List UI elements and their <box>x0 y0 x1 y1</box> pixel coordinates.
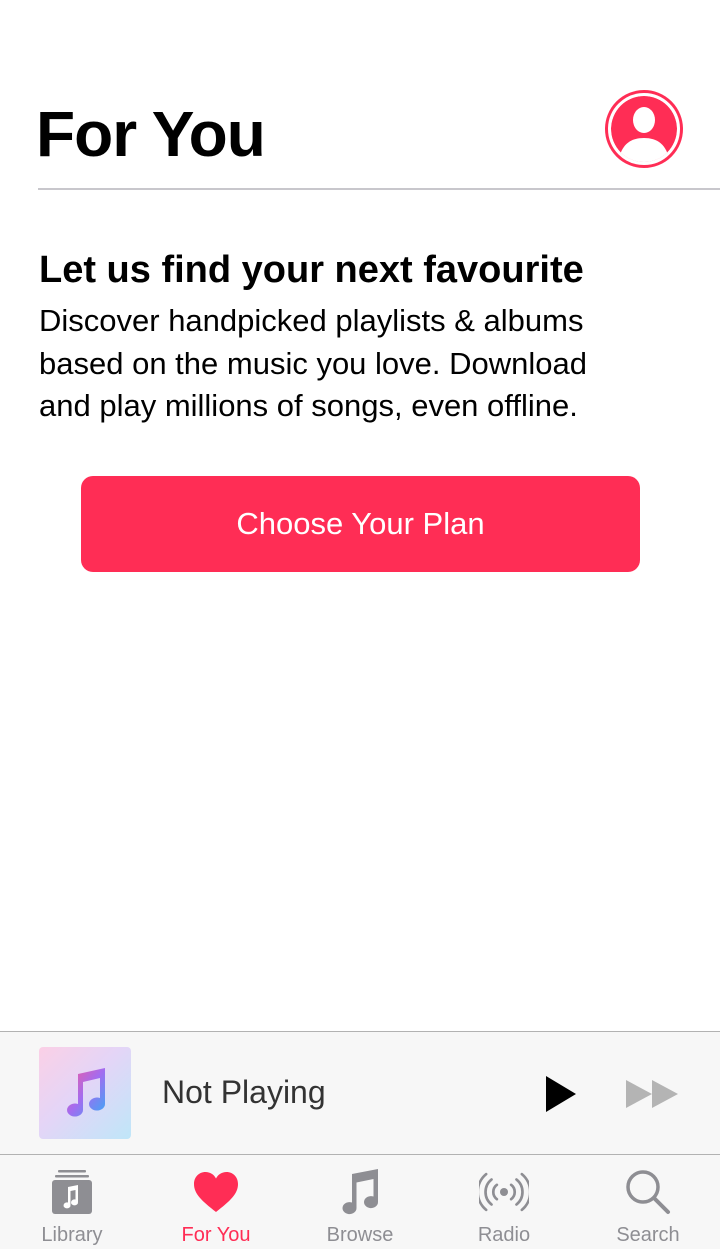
play-button[interactable] <box>540 1072 580 1116</box>
header: For You <box>0 0 720 190</box>
music-note-icon <box>67 1068 106 1117</box>
promo-body-line: and play millions of songs, even offline… <box>39 388 578 423</box>
tab-label: Radio <box>477 1224 531 1246</box>
radio-icon <box>479 1172 529 1212</box>
promo-headline: Let us find your next favourite <box>39 249 584 291</box>
tab-search[interactable]: Search <box>576 1155 720 1250</box>
library-icon <box>52 1170 92 1214</box>
tab-for-you[interactable]: For You <box>144 1155 288 1250</box>
tab-label: Library <box>41 1224 103 1246</box>
heart-icon <box>194 1172 238 1212</box>
page-title: For You <box>36 98 266 170</box>
tab-label: For You <box>181 1224 251 1246</box>
tab-radio[interactable]: Radio <box>432 1155 576 1250</box>
header-divider <box>38 188 720 190</box>
person-icon <box>611 96 677 162</box>
play-icon <box>546 1076 576 1112</box>
tab-library[interactable]: Library <box>0 1155 144 1250</box>
promo-body: Discover handpicked playlists & albums b… <box>39 300 679 428</box>
choose-plan-button[interactable]: Choose Your Plan <box>81 476 640 572</box>
account-button[interactable] <box>605 90 683 168</box>
mini-player[interactable]: Not Playing <box>0 1031 720 1154</box>
fast-forward-icon <box>626 1080 678 1108</box>
album-artwork <box>39 1047 131 1139</box>
tab-label: Browse <box>326 1224 394 1246</box>
promo-body-line: based on the music you love. Download <box>39 345 587 381</box>
now-playing-status: Not Playing <box>162 1074 326 1110</box>
search-icon <box>626 1170 670 1214</box>
promo-body-line: Discover handpicked playlists & albums <box>39 303 584 338</box>
music-note-icon <box>342 1169 379 1215</box>
tab-bar: Library For You Browse Radio Search <box>0 1154 720 1249</box>
tab-browse[interactable]: Browse <box>288 1155 432 1250</box>
fast-forward-button[interactable] <box>624 1076 680 1112</box>
tab-label: Search <box>616 1224 680 1246</box>
